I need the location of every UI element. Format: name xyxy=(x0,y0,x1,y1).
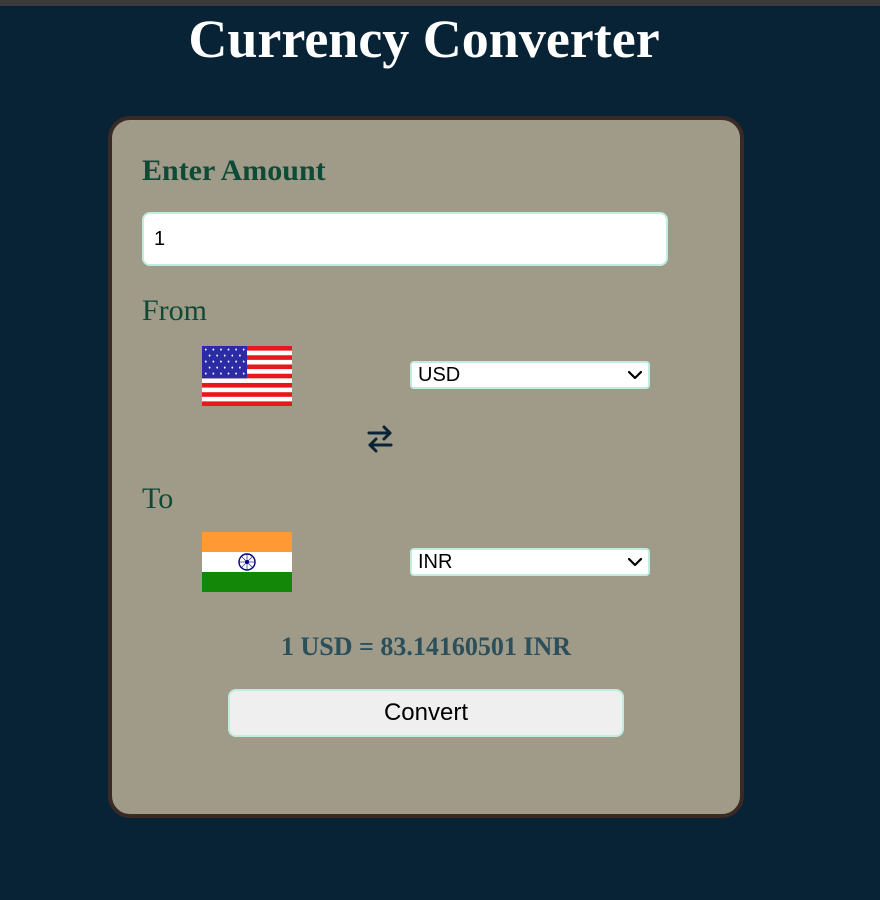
conversion-result: 1 USD = 83.14160501 INR xyxy=(281,632,571,661)
page-title: Currency Converter xyxy=(188,9,660,69)
to-currency-select[interactable]: INR xyxy=(410,548,650,576)
to-label: To xyxy=(142,482,174,515)
india-flag-icon xyxy=(202,532,292,592)
from-currency-select[interactable]: USD xyxy=(410,361,650,389)
swap-arrows-icon[interactable] xyxy=(366,424,394,454)
amount-label: Enter Amount xyxy=(142,154,326,187)
us-flag-icon xyxy=(202,346,292,406)
converter-card: Enter Amount From USD To xyxy=(108,116,744,818)
from-label: From xyxy=(142,294,208,327)
amount-input[interactable] xyxy=(142,212,668,266)
convert-button[interactable]: Convert xyxy=(228,689,624,737)
